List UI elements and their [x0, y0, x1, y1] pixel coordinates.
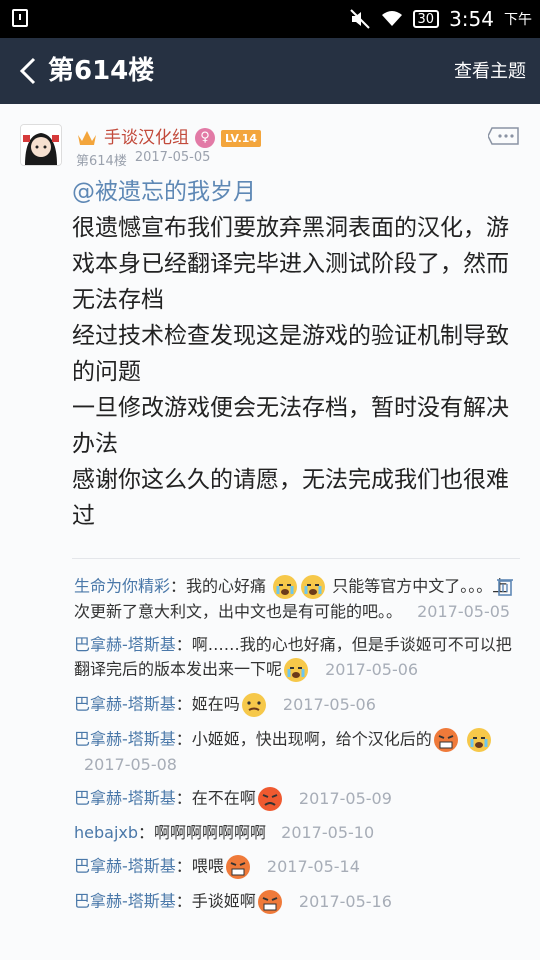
reply-item: 巴拿赫-塔斯基：小姬姬，快出现啊，给个汉化后的 2017-05-08	[74, 727, 514, 777]
avatar-image	[21, 125, 61, 165]
notification-icon	[12, 9, 28, 27]
crying-emoji-icon	[466, 727, 492, 753]
reply-text: 姬在吗	[191, 694, 240, 714]
floor-number: 第614楼	[76, 154, 127, 169]
reply-text: 喂喂	[191, 856, 224, 876]
post-user-line: 手谈汉化组 ♀ LV.14	[76, 126, 262, 150]
reply-item: 巴拿赫-塔斯基：手谈姬啊 2017-05-16	[74, 889, 514, 915]
shy-emoji-icon	[241, 692, 267, 718]
trash-icon[interactable]	[496, 576, 514, 596]
post-meta: 第614楼 2017-05-05	[76, 150, 210, 169]
top-nav: 第614楼 查看主题	[0, 38, 540, 104]
reply-username[interactable]: 生命为你精彩	[74, 577, 170, 596]
status-right: 30 3:54 下午	[349, 0, 532, 38]
crying-emoji-icon	[272, 574, 298, 600]
mention-link[interactable]: @被遗忘的我岁月	[72, 174, 522, 210]
reply-username[interactable]: 巴拿赫-塔斯基	[74, 635, 176, 654]
reply-username[interactable]: hebajxb	[74, 823, 138, 842]
reply-date: 2017-05-06	[325, 659, 419, 679]
reply-text: 我的心好痛	[186, 576, 267, 596]
view-topic-button[interactable]: 查看主题	[454, 60, 526, 84]
battery-indicator: 30	[412, 10, 440, 28]
post-line: 经过技术检查发现这是游戏的验证机制导致的问题	[72, 323, 509, 385]
reply-date: 2017-05-09	[298, 788, 392, 808]
reply-text: 小姬姬，快出现啊，给个汉化后的	[191, 729, 432, 749]
crying-emoji-icon	[283, 657, 309, 683]
reply-item: 巴拿赫-塔斯基：姬在吗 2017-05-06	[74, 692, 514, 718]
reply-item: 巴拿赫-塔斯基：啊……我的心也好痛，但是手谈姬可不可以把翻译完后的版本发出来一下…	[74, 633, 514, 683]
back-chevron-icon	[19, 57, 36, 85]
reply-text: 啊啊啊啊啊啊啊	[154, 823, 267, 842]
reply-text: 手谈姬啊	[191, 891, 256, 911]
post-username[interactable]: 手谈汉化组	[104, 127, 189, 149]
post-line: 感谢你这么久的请愿，无法完成我们也很难过	[72, 467, 509, 529]
status-bar: 30 3:54 下午	[0, 0, 540, 38]
reply-username[interactable]: 巴拿赫-塔斯基	[74, 695, 176, 714]
divider	[72, 558, 520, 559]
reply-username[interactable]: 巴拿赫-塔斯基	[74, 892, 176, 911]
post-date: 2017-05-05	[134, 150, 211, 165]
crown-icon	[78, 131, 96, 145]
clock-time: 3:54	[449, 7, 494, 31]
reply-date: 2017-05-06	[282, 694, 376, 714]
reply-date: 2017-05-14	[266, 856, 360, 876]
reply-list: 生命为你精彩：我的心好痛 只能等官方中文了。。。上次更新了意大利文，出中文也是有…	[74, 574, 514, 924]
reply-username[interactable]: 巴拿赫-塔斯基	[74, 730, 176, 749]
post-content: @被遗忘的我岁月 很遗憾宣布我们要放弃黑洞表面的汉化，游戏本身已经翻译完毕进入测…	[72, 174, 522, 534]
reply-username[interactable]: 巴拿赫-塔斯基	[74, 857, 176, 876]
wifi-icon	[381, 11, 402, 26]
reply-item: hebajxb：啊啊啊啊啊啊啊 2017-05-10	[74, 823, 375, 842]
level-badge: LV.14	[221, 129, 262, 147]
reply-item: 巴拿赫-塔斯基：在不在啊 2017-05-09	[74, 786, 514, 812]
female-icon: ♀	[195, 128, 215, 148]
more-icon[interactable]	[488, 126, 520, 146]
angry-emoji-icon	[257, 786, 283, 812]
angry-emoji-icon	[257, 889, 283, 915]
reply-username[interactable]: 巴拿赫-塔斯基	[74, 789, 176, 808]
reply-date: 2017-05-16	[298, 891, 392, 911]
reply-item: 巴拿赫-塔斯基：喂喂 2017-05-14	[74, 854, 514, 880]
post-line: 一旦修改游戏便会无法存档，暂时没有解决办法	[72, 395, 509, 457]
reply-text: 在不在啊	[191, 788, 256, 808]
angry-emoji-icon	[433, 727, 459, 753]
angry-emoji-icon	[225, 854, 251, 880]
page-title: 第614楼	[48, 56, 155, 86]
reply-date: 2017-05-08	[84, 755, 177, 774]
back-button[interactable]	[14, 54, 42, 88]
clock-ampm: 下午	[504, 12, 532, 28]
mute-icon	[349, 9, 370, 29]
crying-emoji-icon	[300, 574, 326, 600]
reply-date: 2017-05-10	[281, 823, 375, 842]
avatar[interactable]	[20, 124, 62, 166]
post-line: 很遗憾宣布我们要放弃黑洞表面的汉化，游戏本身已经翻译完毕进入测试阶段了，然而无法…	[72, 215, 509, 313]
floor-post: 手谈汉化组 ♀ LV.14 第614楼 2017-05-05 @被遗忘的我岁月 …	[0, 104, 540, 960]
reply-item: 生命为你精彩：我的心好痛 只能等官方中文了。。。上次更新了意大利文，出中文也是有…	[74, 574, 514, 624]
reply-date: 2017-05-05	[417, 602, 511, 621]
